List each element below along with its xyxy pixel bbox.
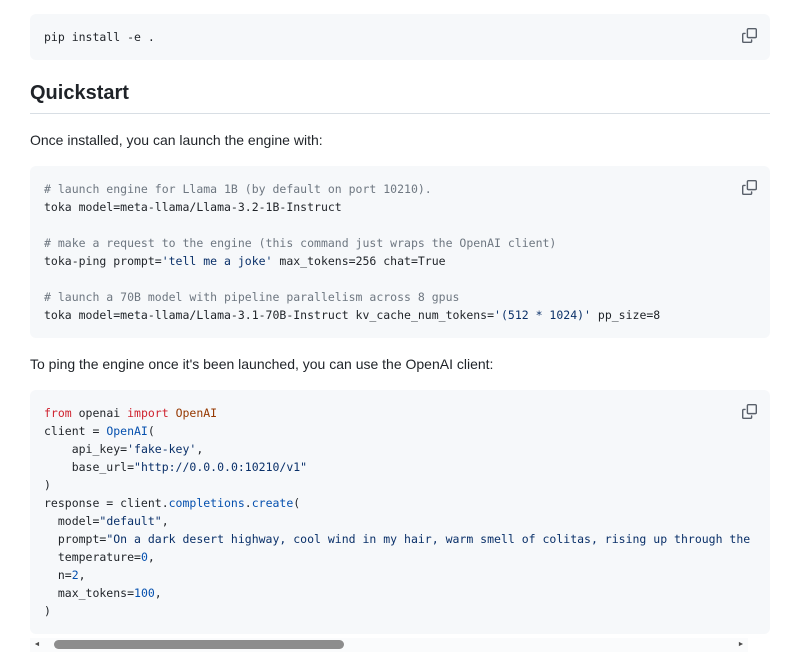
readme-content: pip install -e . Quickstart Once install… [0, 0, 800, 652]
code-token: api_key= [44, 442, 127, 456]
code-line: # launch engine for Llama 1B (by default… [44, 180, 756, 198]
code-block-launch: # launch engine for Llama 1B (by default… [30, 166, 770, 338]
code-token: "default" [99, 514, 161, 528]
code-line: response = client.completions.create( [44, 494, 756, 512]
code-line: # make a request to the engine (this com… [44, 234, 756, 252]
code-content: pip install -e . [44, 28, 756, 46]
code-line: toka-ping prompt='tell me a joke' max_to… [44, 252, 756, 270]
code-token: client = [44, 424, 106, 438]
code-token: 'fake-key' [127, 442, 196, 456]
code-token: # launch engine for Llama 1B (by default… [44, 182, 432, 196]
code-token: , [196, 442, 203, 456]
code-line: ) [44, 602, 756, 620]
code-token: 0 [141, 550, 148, 564]
code-token: completions [169, 496, 245, 510]
code-line: model="default", [44, 512, 756, 530]
scroll-left-arrow[interactable]: ◄ [30, 638, 44, 652]
code-token: , [148, 550, 155, 564]
code-line: base_url="http://0.0.0.0:10210/v1" [44, 458, 756, 476]
code-token: 100 [134, 586, 155, 600]
code-line [44, 270, 756, 288]
code-line: pip install -e . [44, 28, 756, 46]
code-token: max_tokens= [44, 586, 134, 600]
quickstart-heading: Quickstart [30, 82, 770, 114]
code-token: , [79, 568, 86, 582]
code-token: '(512 * 1024)' [494, 308, 591, 322]
code-line: ) [44, 476, 756, 494]
code-token: 'tell me a joke' [162, 254, 273, 268]
code-line [44, 216, 756, 234]
code-line: api_key='fake-key', [44, 440, 756, 458]
scrollbar-track[interactable] [44, 638, 734, 652]
copy-icon [742, 28, 757, 43]
code-line: client = OpenAI( [44, 422, 756, 440]
code-line: temperature=0, [44, 548, 756, 566]
code-token: # make a request to the engine (this com… [44, 236, 556, 250]
copy-button[interactable] [737, 175, 761, 199]
copy-icon [742, 404, 757, 419]
code-token: , [155, 586, 162, 600]
horizontal-scrollbar[interactable]: ◄ ► [30, 638, 748, 652]
code-token: toka model=meta-llama/Llama-3.1-70B-Inst… [44, 308, 494, 322]
code-line: toka model=meta-llama/Llama-3.2-1B-Instr… [44, 198, 756, 216]
code-token: "http://0.0.0.0:10210/v1" [134, 460, 307, 474]
code-line: n=2, [44, 566, 756, 584]
code-line: # launch a 70B model with pipeline paral… [44, 288, 756, 306]
code-token: ( [293, 496, 300, 510]
code-line: from openai import OpenAI [44, 404, 756, 422]
code-token: OpenAI [106, 424, 148, 438]
code-token: OpenAI [169, 406, 217, 420]
code-token: toka-ping prompt= [44, 254, 162, 268]
code-token: # launch a 70B model with pipeline paral… [44, 290, 459, 304]
code-token: toka model=meta-llama/Llama-3.2-1B-Instr… [44, 200, 342, 214]
code-token: model= [44, 514, 99, 528]
code-token: ( [148, 424, 155, 438]
code-token: import [127, 406, 169, 420]
code-token: ) [44, 604, 51, 618]
copy-icon [742, 180, 757, 195]
code-line: toka model=meta-llama/Llama-3.1-70B-Inst… [44, 306, 756, 324]
code-token: n= [44, 568, 72, 582]
code-token: 2 [72, 568, 79, 582]
code-token: create [252, 496, 294, 510]
code-block-install: pip install -e . [30, 14, 770, 60]
scroll-right-arrow[interactable]: ► [734, 638, 748, 652]
code-token: base_url= [44, 460, 134, 474]
code-token: openai [72, 406, 127, 420]
code-line: prompt="On a dark desert highway, cool w… [44, 530, 756, 548]
scrollable-code-section: from openai import OpenAIclient = OpenAI… [30, 390, 770, 652]
code-token: temperature= [44, 550, 141, 564]
code-token: "On a dark desert highway, cool wind in … [106, 532, 750, 546]
ping-paragraph: To ping the engine once it's been launch… [30, 354, 770, 374]
code-token: max_tokens=256 chat=True [272, 254, 445, 268]
intro-paragraph: Once installed, you can launch the engin… [30, 130, 770, 150]
code-token: pp_size=8 [591, 308, 660, 322]
copy-button[interactable] [737, 23, 761, 47]
code-token: ) [44, 478, 51, 492]
scroll-thumb[interactable] [54, 640, 344, 649]
code-token: pip install -e . [44, 30, 155, 44]
code-content: # launch engine for Llama 1B (by default… [44, 180, 756, 324]
code-line: max_tokens=100, [44, 584, 756, 602]
code-token: prompt= [44, 532, 106, 546]
code-token: response = client. [44, 496, 169, 510]
code-block-openai-client: from openai import OpenAIclient = OpenAI… [30, 390, 770, 634]
code-token: . [245, 496, 252, 510]
code-token: , [162, 514, 169, 528]
code-token: from [44, 406, 72, 420]
copy-button[interactable] [737, 399, 761, 423]
code-content: from openai import OpenAIclient = OpenAI… [44, 404, 756, 620]
